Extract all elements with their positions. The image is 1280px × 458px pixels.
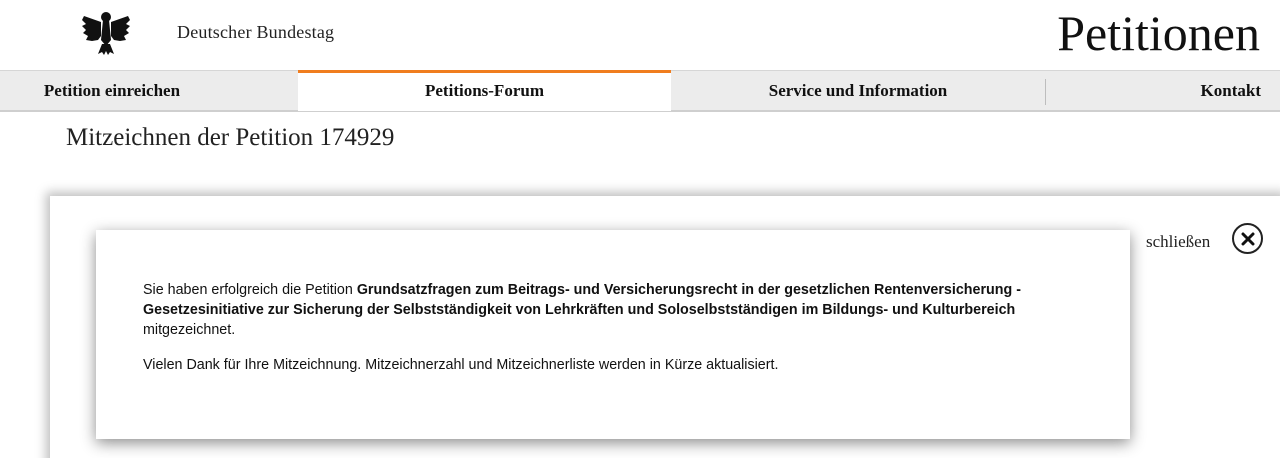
success-message: Sie haben erfolgreich die Petition Grund…	[143, 280, 1043, 340]
page: Deutscher Bundestag Petitionen Petition …	[0, 0, 1280, 458]
main-nav: Petition einreichen Petitions-Forum Serv…	[0, 70, 1280, 112]
eagle-icon	[82, 12, 130, 55]
bundestag-eagle-logo[interactable]	[80, 10, 132, 56]
site-header: Deutscher Bundestag Petitionen	[0, 0, 1280, 70]
close-icon	[1241, 232, 1255, 246]
nav-item-petition-einreichen[interactable]: Petition einreichen	[0, 71, 224, 111]
nav-item-service-und-information[interactable]: Service und Information	[671, 71, 1045, 111]
page-title: Mitzeichnen der Petition 174929	[66, 124, 395, 151]
confirmation-dialog: Sie haben erfolgreich die Petition Grund…	[96, 230, 1130, 439]
success-intro: Sie haben erfolgreich die Petition	[143, 282, 357, 298]
nav-item-kontakt[interactable]: Kontakt	[1160, 71, 1280, 111]
site-title[interactable]: Petitionen	[1057, 4, 1260, 62]
nav-divider	[1045, 79, 1046, 105]
nav-item-petitions-forum[interactable]: Petitions-Forum	[298, 70, 671, 111]
brand-name[interactable]: Deutscher Bundestag	[177, 22, 334, 43]
close-button[interactable]	[1232, 223, 1263, 254]
thanks-message: Vielen Dank für Ihre Mitzeichnung. Mitze…	[143, 357, 779, 373]
success-outro: mitgezeichnet.	[143, 322, 236, 338]
close-label[interactable]: schließen	[1146, 232, 1210, 252]
